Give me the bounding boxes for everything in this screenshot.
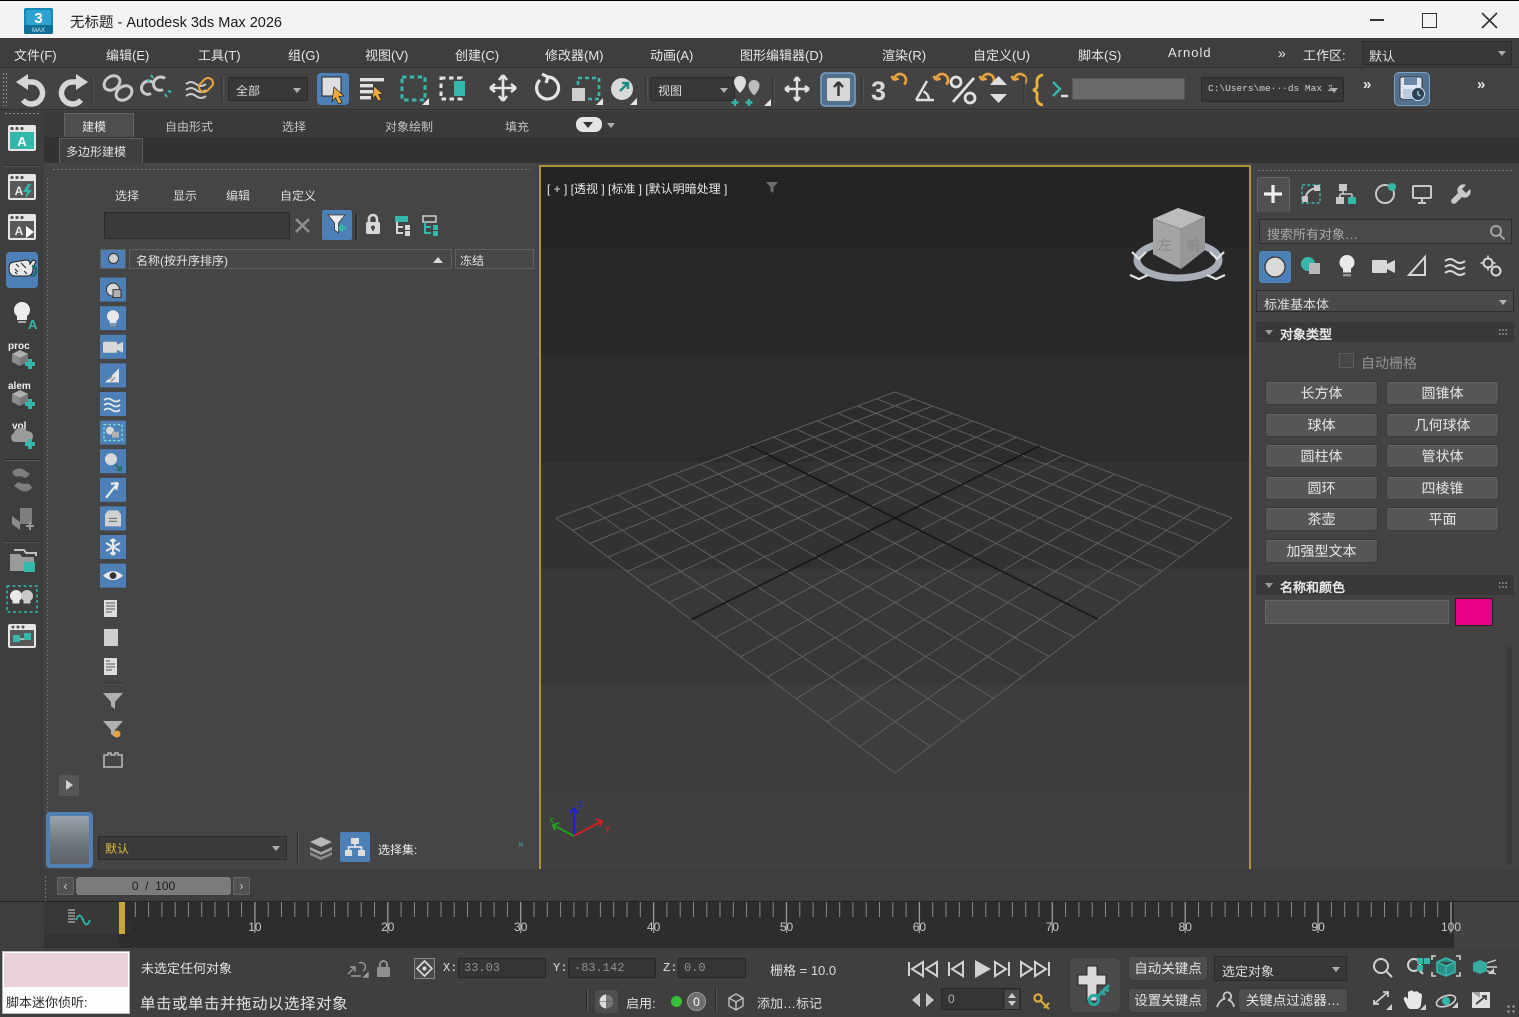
svg-text:A: A bbox=[15, 224, 24, 238]
svg-text:90: 90 bbox=[1311, 920, 1325, 934]
svg-text:70: 70 bbox=[1046, 920, 1060, 934]
svg-text:3: 3 bbox=[34, 10, 42, 27]
svg-text:y: y bbox=[605, 823, 610, 834]
svg-text:x: x bbox=[549, 815, 554, 826]
svg-text:20: 20 bbox=[381, 920, 395, 934]
svg-text:z: z bbox=[578, 799, 583, 810]
svg-text:3: 3 bbox=[871, 76, 886, 106]
svg-text:MAX: MAX bbox=[32, 28, 45, 34]
svg-text:前: 前 bbox=[1186, 235, 1200, 255]
svg-text:proc: proc bbox=[8, 341, 30, 352]
svg-text:50: 50 bbox=[780, 920, 794, 934]
svg-text:A: A bbox=[15, 184, 24, 198]
svg-text:10: 10 bbox=[248, 920, 262, 934]
svg-text:80: 80 bbox=[1179, 920, 1193, 934]
svg-text:0: 0 bbox=[125, 920, 132, 934]
svg-text:30: 30 bbox=[514, 920, 528, 934]
svg-text:60: 60 bbox=[913, 920, 927, 934]
svg-text:左: 左 bbox=[1158, 235, 1172, 255]
svg-text:40: 40 bbox=[647, 920, 661, 934]
svg-text:A: A bbox=[28, 317, 38, 332]
svg-text:A: A bbox=[17, 134, 27, 149]
svg-text:100: 100 bbox=[1441, 920, 1461, 934]
